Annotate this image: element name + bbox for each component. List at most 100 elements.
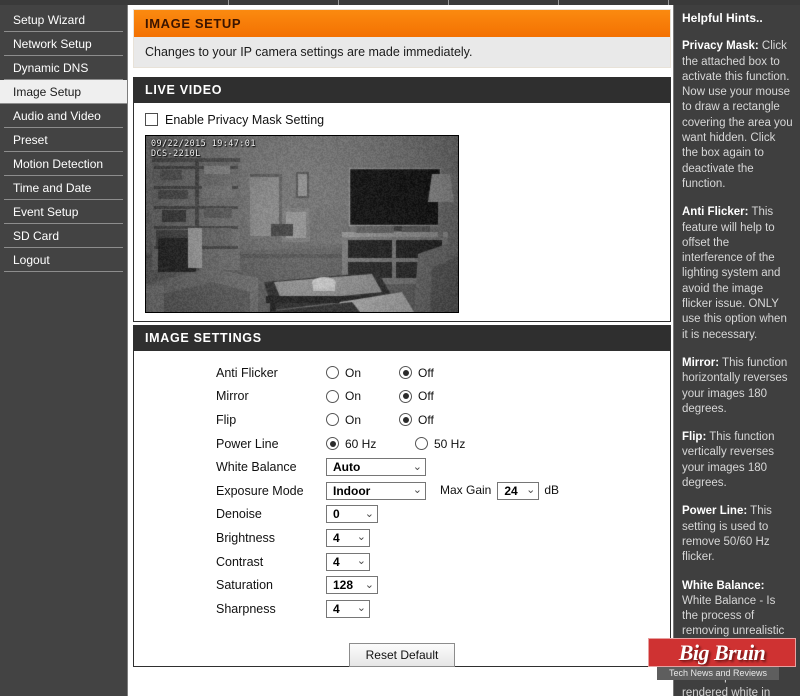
live-video-stream[interactable]: 09/22/2015 19:47:01 DCS-2210L [145,135,459,313]
radio-button[interactable] [399,413,412,426]
radio-label: Off [418,389,460,403]
settings-row: Saturation 128 ⌄ [216,573,559,597]
settings-row-label: Brightness [216,526,326,550]
select-value: Indoor [333,484,370,498]
sharpness-select[interactable]: 4 ⌄ [326,600,370,618]
chevron-down-icon: ⌄ [413,485,422,496]
settings-row-control: On Off [326,408,559,432]
contrast-select[interactable]: 4 ⌄ [326,553,370,571]
white-balance-select[interactable]: Auto ⌄ [326,458,426,476]
select-value: 24 [504,484,517,498]
settings-row-label: Contrast [216,550,326,574]
image-settings-body: Anti Flicker On Off Mirror On Off Flip On Off Pow… [134,351,670,667]
settings-row-control: On Off [326,361,559,385]
chevron-down-icon: ⌄ [413,462,422,473]
settings-row-label: Anti Flicker [216,361,326,385]
hint-term: Anti Flicker: [682,206,748,218]
radio-option[interactable]: 60 Hz [326,437,387,451]
main-content: IMAGE SETUP Changes to your IP camera se… [133,5,673,696]
radio-option[interactable]: Off [399,366,460,380]
hint-term: Flip: [682,431,706,443]
radio-button[interactable] [326,437,339,450]
select-value: 4 [333,531,340,545]
settings-row: Anti Flicker On Off [216,361,559,385]
radio-label: 50 Hz [434,437,476,451]
radio-option[interactable]: 50 Hz [415,437,476,451]
select-value: 4 [333,555,340,569]
image-settings-table: Anti Flicker On Off Mirror On Off Flip On Off Pow… [216,361,559,621]
radio-button[interactable] [415,437,428,450]
hint-item: Power Line: This setting is used to remo… [682,504,793,565]
select-value: 128 [333,578,353,592]
radio-option[interactable]: Off [399,389,460,403]
settings-row-label: Exposure Mode [216,479,326,503]
brightness-select[interactable]: 4 ⌄ [326,529,370,547]
reset-button-row: Reset Default [134,643,670,667]
sidebar-item-logout[interactable]: Logout [4,248,123,272]
exposure-mode-select[interactable]: Indoor ⌄ [326,482,426,500]
radio-option[interactable]: On [326,366,387,380]
sidebar-item-event-setup[interactable]: Event Setup [4,200,123,224]
radio-label: 60 Hz [345,437,387,451]
watermark-badge: Big Bruin [648,638,796,667]
denoise-select[interactable]: 0 ⌄ [326,505,378,523]
settings-row-label: Flip [216,408,326,432]
chevron-down-icon: ⌄ [357,556,366,567]
chevron-down-icon: ⌄ [526,485,535,496]
radio-button[interactable] [399,390,412,403]
helpful-hints-list: Privacy Mask: Click the attached box to … [682,39,793,696]
sidebar-item-setup-wizard[interactable]: Setup Wizard [4,8,123,32]
settings-row-label: Saturation [216,573,326,597]
settings-row-control: On Off [326,385,559,409]
privacy-mask-checkbox[interactable] [145,113,158,126]
sidebar-item-preset[interactable]: Preset [4,128,123,152]
radio-group: 60 Hz 50 Hz [326,437,559,451]
radio-label: On [345,366,387,380]
video-osd-model: DCS-2210L [151,149,201,159]
settings-row-control: 128 ⌄ [326,573,559,597]
reset-default-button[interactable]: Reset Default [349,643,456,667]
radio-button[interactable] [399,366,412,379]
saturation-select[interactable]: 128 ⌄ [326,576,378,594]
chevron-down-icon: ⌄ [357,603,366,614]
select-value: 4 [333,602,340,616]
sidebar: Setup Wizard Network Setup Dynamic DNS Imag… [0,5,128,696]
settings-row-label: Mirror [216,385,326,409]
image-settings-panel: IMAGE SETTINGS Anti Flicker On Off Mirror On… [133,325,671,667]
video-osd-datetime: 09/22/2015 19:47:01 [151,139,256,149]
watermark-brand: Big Bruin [679,640,766,666]
sidebar-item-sd-card[interactable]: SD Card [4,224,123,248]
hint-item: Mirror: This function horizontally rever… [682,356,793,417]
sidebar-item-motion-detection[interactable]: Motion Detection [4,152,123,176]
hint-term: White Balance: [682,580,764,592]
settings-row: Mirror On Off [216,385,559,409]
settings-row: Contrast 4 ⌄ [216,550,559,574]
sidebar-item-image-setup[interactable]: Image Setup [0,80,127,104]
settings-row: Brightness 4 ⌄ [216,526,559,550]
settings-row-control: 4 ⌄ [326,550,559,574]
hint-term: Power Line: [682,505,747,517]
settings-row-control: 0 ⌄ [326,503,559,527]
video-image [146,136,458,312]
sidebar-item-dynamic-dns[interactable]: Dynamic DNS [4,56,123,80]
radio-option[interactable]: On [326,413,387,427]
radio-button[interactable] [326,390,339,403]
sidebar-item-network-setup[interactable]: Network Setup [4,32,123,56]
settings-row: White Balance Auto ⌄ [216,455,559,479]
radio-option[interactable]: On [326,389,387,403]
hint-text: Click the attached box to activate this … [682,40,793,190]
radio-button[interactable] [326,413,339,426]
live-video-section-title: LIVE VIDEO [134,78,670,103]
settings-row-control: 60 Hz 50 Hz [326,432,559,456]
radio-button[interactable] [326,366,339,379]
sidebar-item-time-and-date[interactable]: Time and Date [4,176,123,200]
max-gain-label: Max Gain [440,483,491,497]
settings-row-label: Power Line [216,432,326,456]
settings-row: Power Line 60 Hz 50 Hz [216,432,559,456]
sidebar-item-audio-and-video[interactable]: Audio and Video [4,104,123,128]
hint-item: Flip: This function vertically reverses … [682,430,793,491]
helpful-hints-title: Helpful Hints.. [682,11,793,26]
max-gain-select[interactable]: 24 ⌄ [497,482,539,500]
chevron-down-icon: ⌄ [365,509,374,520]
radio-option[interactable]: Off [399,413,460,427]
